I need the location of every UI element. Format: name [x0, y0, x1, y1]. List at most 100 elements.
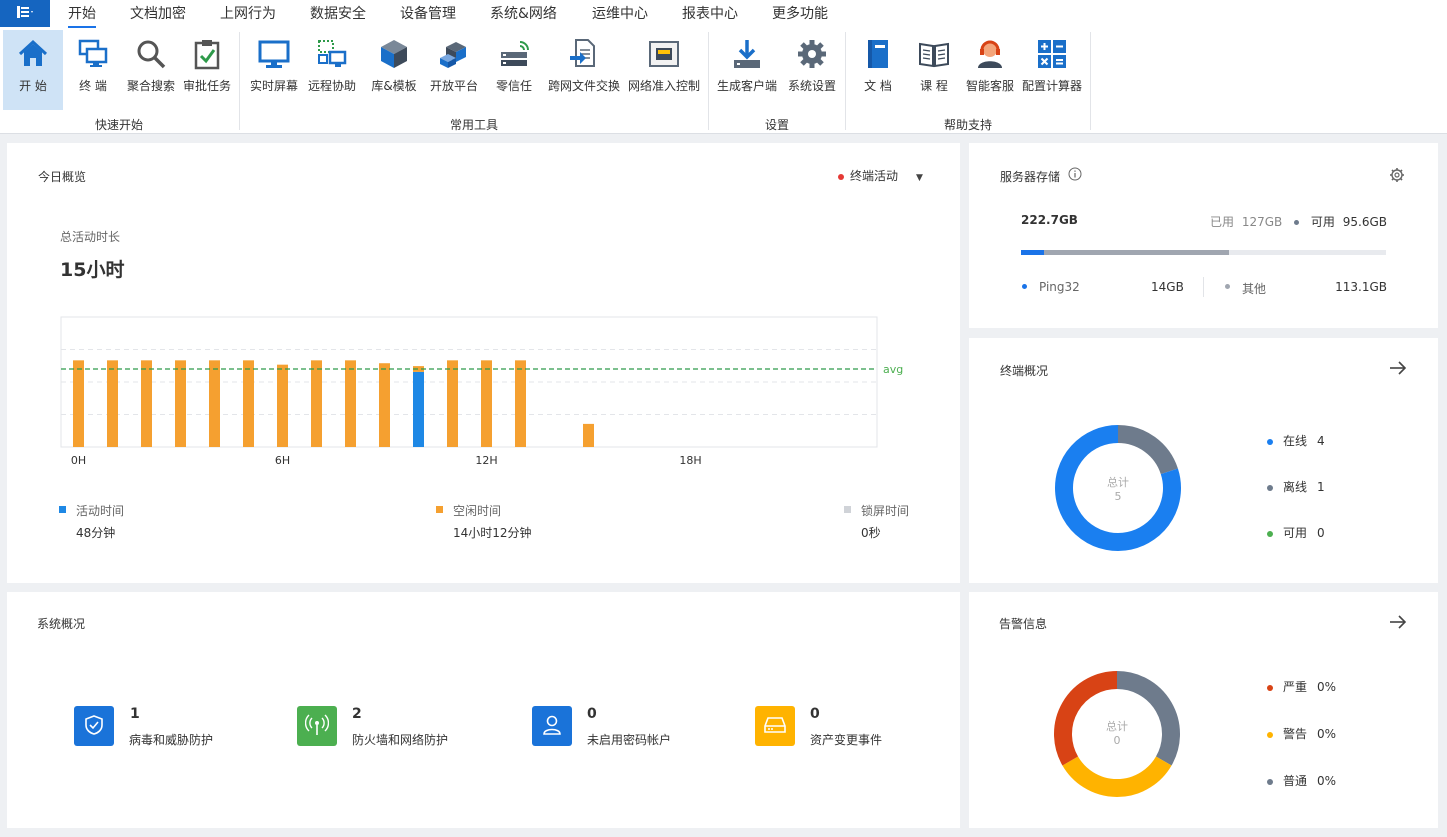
search-icon [133, 36, 169, 72]
server-storage-card: 服务器存储 222.7GB 已用 127GB 可用 95.6GB Ping32 … [969, 143, 1438, 328]
divider [1203, 277, 1204, 297]
bar-idle [277, 364, 288, 447]
x-tick-label: 12H [475, 454, 497, 467]
monitor-icon [256, 36, 292, 72]
bar-idle [447, 360, 458, 447]
group-label-common-tools: 常用工具 [449, 118, 499, 132]
bar-idle [481, 360, 492, 447]
no-password-accounts-count: 0 [587, 706, 597, 722]
today-overview-card: 今日概览 终端活动 ▼ 总活动时长 15小时 avg 0H 6H 12H 18H 活动时间… [7, 143, 960, 583]
bar-active [413, 371, 424, 447]
x-tick-label: 0H [71, 454, 86, 467]
bar-idle [583, 423, 594, 447]
group-label-settings: 设置 [764, 118, 790, 132]
terminal-button[interactable]: 终 端 [66, 30, 120, 110]
open-platform-button[interactable]: 开放平台 [426, 30, 482, 110]
zero-trust-icon [496, 36, 532, 72]
tab-ops-center[interactable]: 运维中心 [592, 0, 648, 28]
remote-assist-button[interactable]: 远程协助 [304, 30, 360, 110]
tab-doc-encryption[interactable]: 文档加密 [130, 0, 186, 28]
library-template-button[interactable]: 库&模板 [366, 30, 422, 110]
virus-protection-count: 1 [130, 706, 140, 722]
network-port-icon [646, 36, 682, 72]
document-list-icon [16, 5, 34, 22]
hard-drive-icon [763, 715, 787, 738]
system-settings-button[interactable]: 系统设置 [784, 30, 840, 110]
separator-dot [1294, 220, 1300, 225]
tab-device-management[interactable]: 设备管理 [400, 0, 456, 28]
aggregate-search-button[interactable]: 聚合搜索 [124, 30, 178, 110]
card-title: 系统概况 [37, 617, 86, 631]
other-value: 113.1GB [1335, 280, 1387, 294]
legend-swatch-idle [436, 506, 443, 513]
config-calculator-button[interactable]: 配置计算器 [1020, 30, 1084, 110]
bar-idle [311, 360, 322, 447]
donut-total-label: 总计 [1106, 720, 1128, 733]
storage-total: 222.7GB [1021, 213, 1078, 227]
firewall-protection-icon-tile[interactable] [297, 706, 337, 746]
firewall-protection-count: 2 [352, 706, 362, 722]
legend-label-locked: 锁屏时间 [861, 504, 910, 518]
tab-web-behavior[interactable]: 上网行为 [220, 0, 276, 28]
cross-network-file-exchange-button[interactable]: 跨网文件交换 [546, 30, 622, 110]
donut-total-value: 5 [1114, 490, 1122, 503]
storage-ping32-fill [1021, 250, 1044, 255]
bar-idle [209, 360, 220, 447]
other-label: 其他 [1242, 282, 1267, 296]
no-password-accounts-icon-tile[interactable] [532, 706, 572, 746]
tab-system-network[interactable]: 系统&网络 [490, 0, 557, 28]
arrow-right-icon[interactable] [1389, 360, 1407, 379]
ribbon-toolbar: 开 始 终 端 聚合搜索 审批任务 实时屏幕 远程协助 库&模板 开放平台 零信… [0, 28, 1447, 134]
bar-idle [73, 360, 84, 447]
virus-protection-icon-tile[interactable] [74, 706, 114, 746]
storage-usage-bar [1021, 250, 1386, 255]
legend-value-idle: 14小时12分钟 [453, 526, 532, 540]
app-menu-button[interactable] [0, 0, 50, 27]
start-button[interactable]: 开 始 [3, 30, 63, 110]
ping32-label: Ping32 [1039, 280, 1080, 294]
courses-button[interactable]: 课 程 [908, 30, 960, 110]
arrow-right-icon[interactable] [1389, 614, 1407, 633]
approval-task-button[interactable]: 审批任务 [180, 30, 234, 110]
zero-trust-button[interactable]: 零信任 [488, 30, 540, 110]
smart-support-button[interactable]: 智能客服 [962, 30, 1018, 110]
used-label: 已用 [1209, 215, 1234, 229]
open-book-icon [916, 36, 952, 72]
live-screen-button[interactable]: 实时屏幕 [246, 30, 302, 110]
ping32-value: 14GB [1151, 280, 1184, 294]
calculator-icon [1034, 36, 1070, 72]
tab-more-features[interactable]: 更多功能 [772, 0, 828, 28]
tab-start[interactable]: 开始 [68, 0, 96, 28]
x-tick-label: 6H [275, 454, 290, 467]
group-separator [845, 32, 846, 130]
x-tick-label: 18H [679, 454, 701, 467]
documents-button[interactable]: 文 档 [852, 30, 904, 110]
terminal-monitors-icon [75, 36, 111, 72]
network-access-control-button[interactable]: 网络准入控制 [626, 30, 702, 110]
legend-swatch-locked [844, 506, 851, 513]
group-label-help-support: 帮助支持 [943, 118, 993, 132]
system-overview-card: 系统概况 1 病毒和威胁防护 2 防火墙和网络防护 0 未启用密码帐户 0 资产… [7, 592, 960, 828]
free-value: 95.6GB [1342, 215, 1387, 229]
tab-data-security[interactable]: 数据安全 [310, 0, 366, 28]
legend-normal: 普通 0% [1267, 772, 1336, 789]
generate-client-button[interactable]: 生成客户端 [714, 30, 780, 110]
group-separator [708, 32, 709, 130]
bar-idle [515, 360, 526, 447]
info-icon[interactable] [1068, 167, 1082, 184]
antenna-icon [304, 713, 330, 739]
asset-change-count: 0 [810, 706, 820, 722]
asset-change-icon-tile[interactable] [755, 706, 795, 746]
legend-swatch-active [59, 506, 66, 513]
settings-gear-icon[interactable] [1389, 167, 1405, 186]
book-icon [860, 36, 896, 72]
ping32-dot [1022, 284, 1027, 289]
blocks-icon [436, 36, 472, 72]
legend-warning: 警告 0% [1267, 725, 1336, 742]
asset-change-label: 资产变更事件 [810, 733, 883, 747]
shield-icon [83, 714, 105, 739]
firewall-protection-label: 防火墙和网络防护 [352, 733, 449, 747]
tab-report-center[interactable]: 报表中心 [682, 0, 738, 28]
no-password-accounts-label: 未启用密码帐户 [587, 733, 672, 747]
bar-idle [141, 360, 152, 447]
